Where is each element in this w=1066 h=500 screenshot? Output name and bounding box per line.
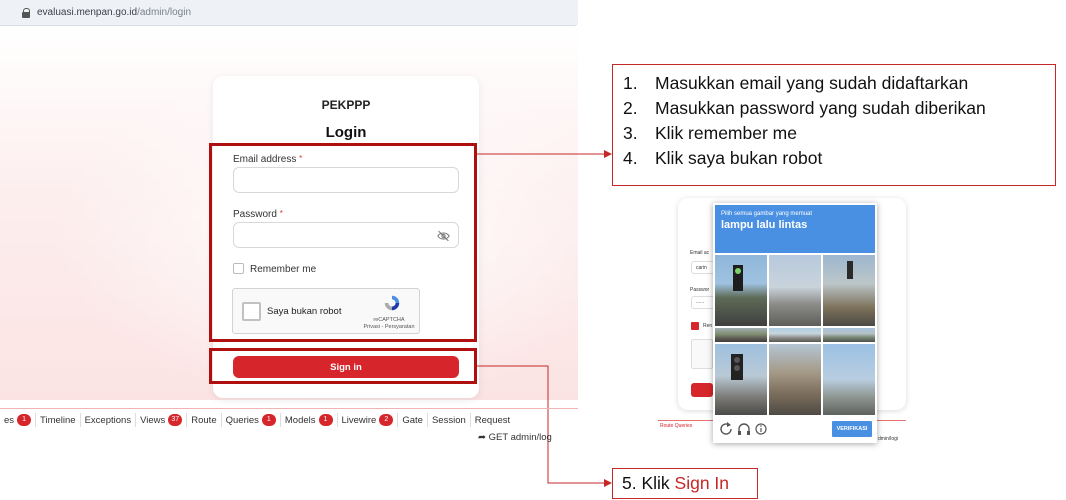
debugbar-tab-request[interactable]: Request	[471, 413, 514, 427]
captcha-subtitle: Pilih semua gambar yang memuat	[721, 211, 813, 217]
captcha-bg-signin	[691, 383, 713, 397]
captcha-image-grid	[715, 255, 875, 415]
info-icon[interactable]	[755, 423, 767, 435]
captcha-bg-debug: Route Queries	[660, 423, 693, 429]
captcha-tile[interactable]	[769, 328, 821, 342]
debugbar-tab-session[interactable]: Session	[428, 413, 471, 427]
captcha-tile[interactable]	[769, 344, 821, 415]
captcha-title: lampu lalu lintas	[721, 219, 808, 231]
debugbar-request-line: ➦ GET admin/log	[478, 432, 552, 443]
instructions-box: 1. Masukkan email yang sudah didaftarkan …	[612, 64, 1056, 186]
captcha-tile[interactable]	[769, 255, 821, 326]
debugbar-tab-exceptions[interactable]: Exceptions	[81, 413, 137, 427]
captcha-tile[interactable]	[823, 344, 875, 415]
share-arrow-icon: ➦	[478, 432, 486, 443]
captcha-bg-checkbox	[691, 322, 699, 330]
debugbar: es 1 Timeline Exceptions Views 37 Route Qu…	[0, 410, 578, 430]
captcha-bg-recaptcha	[691, 339, 713, 369]
debugbar-tab-gate[interactable]: Gate	[398, 413, 428, 427]
captcha-tile[interactable]	[823, 255, 875, 326]
captcha-tile[interactable]	[715, 328, 767, 342]
debugbar-tab-models[interactable]: Models 1	[281, 413, 338, 427]
reload-icon[interactable]	[720, 422, 732, 435]
captcha-bg-email-label: Email ac	[690, 250, 710, 256]
captcha-bg-password-label: Passwor	[690, 287, 710, 293]
captcha-controls	[720, 422, 767, 435]
instruction-item: 3. Klik remember me	[623, 123, 797, 143]
verify-button[interactable]: VERIFIKASI	[832, 421, 872, 437]
debugbar-tab-route[interactable]: Route	[187, 413, 222, 427]
captcha-bg-url: dmin/logi	[878, 436, 899, 442]
captcha-tile[interactable]	[715, 344, 767, 415]
captcha-bg-remember: Ren	[703, 323, 713, 329]
captcha-tile[interactable]	[715, 255, 767, 326]
instruction-item: 1. Masukkan email yang sudah didaftarkan	[623, 73, 969, 93]
debugbar-divider	[0, 408, 578, 409]
debugbar-tab-views[interactable]: Views 37	[136, 413, 188, 427]
debugbar-tab-queries[interactable]: Queries 1	[222, 413, 281, 427]
debugbar-tab-partial[interactable]: es 1	[0, 413, 37, 427]
step5-box: 5. Klik Sign In	[612, 468, 758, 499]
instruction-item: 2. Masukkan password yang sudah diberikan	[623, 98, 986, 118]
headphones-icon[interactable]	[738, 423, 750, 435]
debugbar-tab-livewire[interactable]: Livewire 2	[338, 413, 399, 427]
captcha-header: Pilih semua gambar yang memuat lampu lal…	[715, 205, 875, 253]
debugbar-tab-timeline[interactable]: Timeline	[36, 413, 81, 427]
captcha-tile[interactable]	[823, 328, 875, 342]
instruction-item: 4. Klik saya bukan robot	[623, 148, 823, 168]
